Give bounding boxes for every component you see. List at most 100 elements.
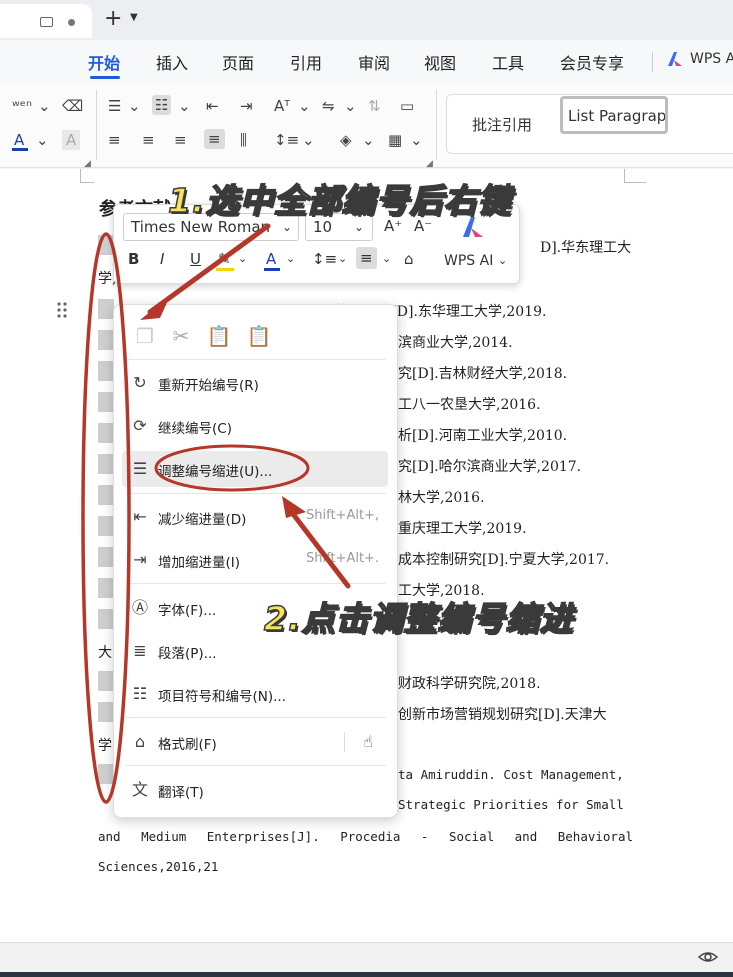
font-color-icon[interactable]: A (14, 130, 24, 150)
list-number-selected[interactable] (98, 330, 114, 350)
tab-review[interactable]: 审阅 (358, 50, 390, 74)
line-spacing-icon[interactable]: ↕≡ (312, 249, 337, 269)
chevron-down-icon[interactable]: ⌄ (498, 251, 507, 271)
chevron-down-icon[interactable]: ⌄ (344, 96, 357, 116)
list-number-selected[interactable] (98, 361, 114, 381)
chevron-down-icon[interactable]: ⌄ (36, 130, 49, 150)
chevron-down-icon[interactable]: ⌄ (128, 96, 141, 116)
text-direction-icon[interactable]: Aᵀ (274, 96, 290, 116)
chevron-down-icon[interactable]: ⌄ (362, 130, 375, 150)
wps-ai-button[interactable]: WPS AI (444, 251, 493, 271)
active-tab-indicator (90, 76, 120, 79)
list-number-selected[interactable] (98, 516, 114, 536)
font-icon: Ⓐ (131, 598, 148, 617)
format-painter-icon[interactable]: ⌂ (404, 249, 414, 269)
char-shading-icon[interactable]: A (62, 130, 81, 150)
line-spacing-icon[interactable]: ⇋ (322, 96, 335, 116)
tab-member[interactable]: 会员专享 (560, 50, 624, 74)
page-corner-mark (80, 182, 94, 183)
chevron-down-icon[interactable]: ⌄ (382, 249, 391, 269)
paragraph-spacing-icon[interactable]: ↕≡ (274, 130, 299, 150)
style-annotation-reference[interactable]: 批注引用 (472, 114, 532, 135)
chevron-down-icon[interactable]: ⌄ (338, 249, 347, 269)
eye-icon[interactable] (698, 949, 718, 965)
cut-icon[interactable]: ✂ (168, 323, 194, 349)
restart-numbering-icon: ↻ (133, 373, 147, 392)
list-number-selected[interactable] (98, 609, 114, 629)
chevron-down-icon[interactable]: ⌄ (286, 249, 295, 269)
menu-item-format-painter[interactable]: ⌂ 格式刷(F) ☝ (114, 724, 399, 760)
tab-tools[interactable]: 工具 (492, 50, 524, 74)
reference-text: 滨商业大学,2014. (398, 335, 513, 351)
new-tab-plus-icon[interactable]: + (104, 6, 122, 31)
chevron-down-icon[interactable]: ▼ (130, 12, 138, 23)
list-number-selected[interactable] (98, 671, 114, 691)
align-right-icon[interactable]: ≡ (174, 130, 187, 150)
list-number-selected[interactable] (98, 454, 114, 474)
list-number-selected[interactable] (98, 423, 114, 443)
bold-button[interactable]: B (128, 249, 139, 269)
paste-icon[interactable]: 📋 (206, 323, 232, 349)
align-center-icon[interactable]: ≡ (142, 130, 155, 150)
font-color-icon[interactable]: A (266, 249, 276, 269)
menu-item-bullets-numbering[interactable]: ☷ 项目符号和编号(N)... (114, 676, 399, 712)
list-number-selected[interactable] (98, 235, 114, 255)
tab-insert[interactable]: 插入 (156, 50, 188, 74)
chevron-down-icon[interactable]: ⌄ (238, 249, 247, 269)
document-tab[interactable] (0, 4, 92, 38)
borders-icon[interactable]: ▦ (388, 130, 402, 150)
justify-icon[interactable]: ≡ (204, 129, 225, 149)
menu-item-restart-numbering[interactable]: ↻ 重新开始编号(R) (114, 365, 399, 401)
chevron-down-icon[interactable]: ⌄ (298, 96, 311, 116)
continue-numbering-icon: ⟳ (133, 416, 147, 435)
align-left-icon[interactable]: ≡ (108, 130, 121, 150)
menu-item-decrease-indent[interactable]: ⇤ 减少缩进量(D) Shift+Alt+, (114, 499, 399, 535)
reference-text: 究[D].哈尔滨商业大学,2017. (398, 459, 582, 475)
chevron-down-icon[interactable]: ⌄ (38, 96, 51, 116)
page-corner-mark (80, 169, 81, 183)
list-number-selected[interactable] (98, 299, 114, 319)
list-number-selected[interactable] (98, 702, 114, 722)
justify-icon[interactable]: ≡ (356, 247, 377, 269)
numbering-icon[interactable]: ☷ (152, 95, 172, 115)
wps-ai-menu[interactable]: WPS AI (690, 51, 733, 67)
bullets-icon[interactable]: ☰ (108, 96, 121, 116)
shading-icon[interactable]: ◈ (340, 130, 352, 150)
menu-item-increase-indent[interactable]: ⇥ 增加缩进量(I) Shift+Alt+. (114, 542, 399, 578)
distributed-icon[interactable]: ⫼ (240, 130, 247, 150)
style-list-paragraph[interactable]: List Paragrap (560, 96, 668, 134)
increase-indent-icon[interactable]: ⇥ (240, 96, 253, 116)
menu-divider (126, 359, 386, 360)
tab-home[interactable]: 开始 (88, 50, 120, 74)
sort-icon[interactable]: ⇅ (368, 96, 381, 116)
pinyin-guide-icon[interactable]: ʷᵉⁿ (12, 96, 32, 116)
pin-format-painter-icon[interactable]: ☝ (358, 732, 378, 752)
chevron-down-icon[interactable]: ⌄ (178, 96, 191, 116)
menu-item-translate[interactable]: 文 翻译(T) (114, 772, 399, 808)
tab-view[interactable]: 视图 (424, 50, 456, 74)
list-number-selected[interactable] (98, 392, 114, 412)
underline-button[interactable]: U (190, 249, 201, 269)
tab-references[interactable]: 引用 (290, 50, 322, 74)
list-number-selected[interactable] (98, 547, 114, 567)
chevron-down-icon[interactable]: ⌄ (410, 130, 423, 150)
chevron-down-icon[interactable]: ⌄ (302, 130, 315, 150)
tab-page[interactable]: 页面 (222, 50, 254, 74)
menu-item-continue-numbering[interactable]: ⟳ 继续编号(C) (114, 408, 399, 444)
list-number-selected[interactable] (98, 578, 114, 598)
drag-handle-icon[interactable] (57, 301, 67, 319)
clear-format-icon[interactable]: ⌫ (62, 96, 83, 116)
title-bar: + ▼ (0, 0, 733, 40)
decrease-indent-icon[interactable]: ⇤ (206, 96, 219, 116)
show-marks-icon[interactable]: ▭ (400, 96, 414, 116)
menu-divider (126, 583, 386, 584)
reference-text: 工八一农垦大学,2016. (398, 397, 541, 413)
context-menu: ❐ ✂ 📋 📋 ↻ 重新开始编号(R) ⟳ 继续编号(C) ☰ 调整编号缩进(U… (113, 304, 398, 818)
highlight-icon[interactable]: ✎ (218, 249, 231, 269)
list-number-selected[interactable] (98, 764, 114, 784)
italic-button[interactable]: I (160, 249, 164, 269)
paste-special-icon[interactable]: 📋 (246, 323, 272, 349)
copy-icon[interactable]: ❐ (132, 323, 158, 349)
list-number-selected[interactable] (98, 485, 114, 505)
menu-item-adjust-numbering-indent[interactable]: ☰ 调整编号缩进(U)... (122, 451, 388, 487)
